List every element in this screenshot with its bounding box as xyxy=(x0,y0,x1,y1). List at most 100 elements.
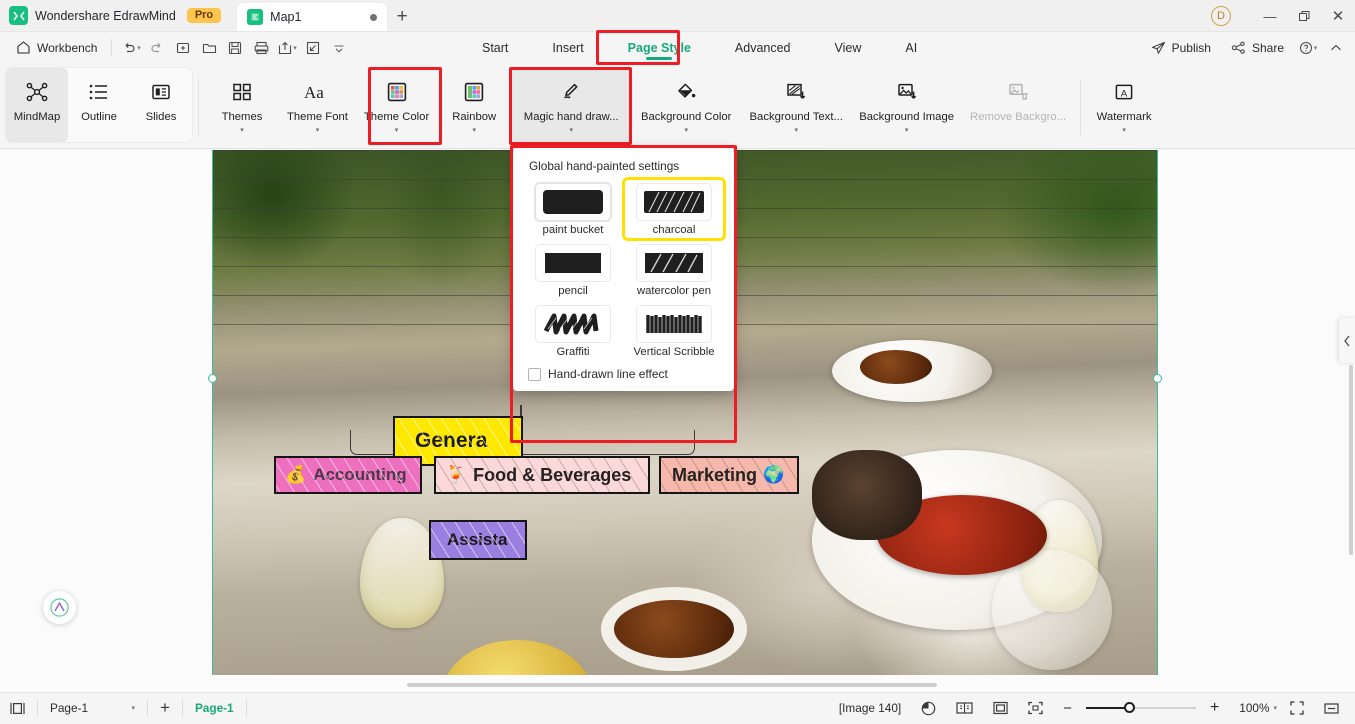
style-option-charcoal[interactable]: charcoal xyxy=(622,177,726,241)
new-tab-button[interactable]: + xyxy=(387,3,417,31)
vertical-scrollbar[interactable] xyxy=(1349,365,1353,555)
workbench-button[interactable]: Workbench xyxy=(8,40,105,55)
ribbon-background-text[interactable]: Background Text... ▾ xyxy=(741,68,851,142)
page-select[interactable]: Page-1 ▾ xyxy=(40,693,145,724)
fullscreen-icon[interactable] xyxy=(1280,693,1314,724)
mouse-mode-icon[interactable] xyxy=(911,693,946,724)
ribbon-magic-hand-draw[interactable]: Magic hand draw... ▾ xyxy=(511,68,632,142)
redo-button[interactable] xyxy=(144,36,170,60)
ribbon-themes-label: Themes xyxy=(221,111,263,123)
collapse-ribbon-button[interactable] xyxy=(1323,36,1349,60)
fit-page-icon[interactable] xyxy=(983,693,1018,724)
app-identity: Wondershare EdrawMind Pro xyxy=(0,6,231,31)
edrawmind-logo-icon xyxy=(9,6,28,25)
ribbon-background-color[interactable]: Background Color ▾ xyxy=(631,68,741,142)
menu-item-ai[interactable]: AI xyxy=(883,32,939,63)
horizontal-scrollbar[interactable] xyxy=(407,683,937,687)
hand-drawn-line-effect-checkbox-row[interactable]: Hand-drawn line effect xyxy=(528,367,723,381)
open-button[interactable] xyxy=(196,36,222,60)
collapse-side-panel-button[interactable] xyxy=(1339,318,1355,363)
print-button[interactable] xyxy=(248,36,274,60)
ribbon-rainbow[interactable]: Rainbow ▾ xyxy=(437,68,511,142)
presentation-icon[interactable] xyxy=(1314,693,1349,724)
ribbon-slides[interactable]: Slides xyxy=(130,68,192,142)
money-bag-icon: 💰 xyxy=(285,465,307,484)
chevron-down-icon[interactable]: ▾ xyxy=(472,126,476,134)
publish-button[interactable]: Publish xyxy=(1142,41,1220,55)
style-option-charcoal-label: charcoal xyxy=(652,224,696,236)
save-button[interactable] xyxy=(222,36,248,60)
node-marketing-label: Marketing xyxy=(672,464,758,485)
zoom-out-button[interactable]: − xyxy=(1053,693,1082,724)
menu-item-advanced[interactable]: Advanced xyxy=(713,32,813,63)
undo-button[interactable]: ▾ xyxy=(118,36,144,60)
style-option-paint-bucket[interactable]: paint bucket xyxy=(524,180,622,238)
style-option-watercolor-pen[interactable]: watercolor pen xyxy=(625,241,723,299)
node-food-beverages[interactable]: 🍹 Food & Beverages xyxy=(434,456,650,494)
menu-item-view[interactable]: View xyxy=(813,32,884,63)
tab-label: Map1 xyxy=(270,10,302,24)
ribbon-remove-background-label: Remove Backgro... xyxy=(970,111,1067,123)
close-button[interactable]: ✕ xyxy=(1321,0,1355,32)
new-button[interactable] xyxy=(170,36,196,60)
ribbon-watermark[interactable]: A Watermark ▾ xyxy=(1087,68,1161,142)
style-option-graffiti[interactable]: Graffiti xyxy=(524,302,622,360)
zoom-slider[interactable] xyxy=(1085,702,1196,713)
ribbon-theme-color[interactable]: Theme Color ▾ xyxy=(356,68,437,142)
document-tab-map1[interactable]: Map1 xyxy=(237,3,388,31)
menu-item-page-style[interactable]: Page Style xyxy=(606,32,713,63)
chevron-down-icon[interactable]: ▾ xyxy=(1122,126,1126,134)
minimize-button[interactable]: — xyxy=(1253,0,1287,32)
ai-assistant-icon[interactable] xyxy=(43,591,76,624)
import-button[interactable] xyxy=(300,36,326,60)
maximize-button[interactable] xyxy=(1287,0,1321,32)
avatar[interactable]: D xyxy=(1211,6,1231,26)
document-icon xyxy=(247,9,264,25)
ribbon-theme-font[interactable]: Aa Theme Font ▾ xyxy=(279,68,356,142)
ribbon-background-image[interactable]: Background Image ▾ xyxy=(851,68,962,142)
ribbon-themes[interactable]: Themes ▾ xyxy=(205,68,279,142)
menu-item-insert[interactable]: Insert xyxy=(530,32,605,63)
style-option-vertical-scribble[interactable]: Vertical Scribble xyxy=(625,302,723,360)
globe-icon: 🌍 xyxy=(763,465,785,484)
ribbon-outline[interactable]: Outline xyxy=(68,68,130,142)
sauce-bowl xyxy=(614,600,734,658)
node-marketing[interactable]: Marketing 🌍 xyxy=(659,456,799,494)
chevron-down-icon[interactable]: ▾ xyxy=(240,126,244,134)
menu-item-start[interactable]: Start xyxy=(460,32,530,63)
chevron-down-icon[interactable]: ▾ xyxy=(794,126,798,134)
chevron-down-icon[interactable]: ▾ xyxy=(316,126,320,134)
book-view-icon[interactable] xyxy=(946,693,983,724)
chevron-down-icon[interactable]: ▾ xyxy=(684,126,688,134)
style-option-pencil[interactable]: pencil xyxy=(524,241,622,299)
divider xyxy=(147,700,148,716)
hand-drawn-line-effect-checkbox[interactable] xyxy=(528,367,541,381)
zoom-in-button[interactable]: + xyxy=(1200,693,1229,724)
ribbon-remove-background: Remove Backgro... xyxy=(962,68,1074,142)
magic-hand-draw-dropdown[interactable]: Global hand-painted settings paint bucke… xyxy=(513,148,734,391)
ribbon-mindmap[interactable]: MindMap xyxy=(6,68,68,142)
help-circle-icon[interactable]: ▾ xyxy=(1295,36,1321,60)
zoom-level-select[interactable]: 100% ▾ xyxy=(1229,693,1280,724)
ribbon-theme-color-label: Theme Color xyxy=(363,111,430,123)
more-options-button[interactable] xyxy=(326,36,352,60)
chevron-down-icon[interactable]: ▾ xyxy=(905,126,909,134)
image-label: [Image 140] xyxy=(838,701,902,715)
zoom-slider-knob[interactable] xyxy=(1123,702,1135,713)
fit-screen-icon[interactable] xyxy=(1018,693,1053,724)
chevron-down-icon[interactable]: ▾ xyxy=(395,126,399,134)
chevron-down-icon: ▾ xyxy=(1273,705,1277,712)
chevron-down-icon[interactable]: ▾ xyxy=(569,126,573,134)
publish-label: Publish xyxy=(1171,40,1211,55)
main-menu: Start Insert Page Style Advanced View AI xyxy=(460,32,939,63)
menu-bar: Workbench ▾ ▾ Start Insert Page Style Ad… xyxy=(0,32,1355,63)
share-button[interactable]: Share xyxy=(1222,41,1293,55)
add-page-button[interactable]: + xyxy=(150,693,180,724)
zoom-slider-track xyxy=(1085,702,1196,713)
panel-layout-icon[interactable] xyxy=(0,693,35,724)
node-accounting[interactable]: 💰 Accounting xyxy=(274,456,422,494)
node-assistant[interactable]: Assista xyxy=(429,520,527,560)
node-assistant-label: Assista xyxy=(447,530,508,549)
page-tab-page-1[interactable]: Page-1 xyxy=(185,693,244,724)
export-button[interactable]: ▾ xyxy=(274,36,300,60)
